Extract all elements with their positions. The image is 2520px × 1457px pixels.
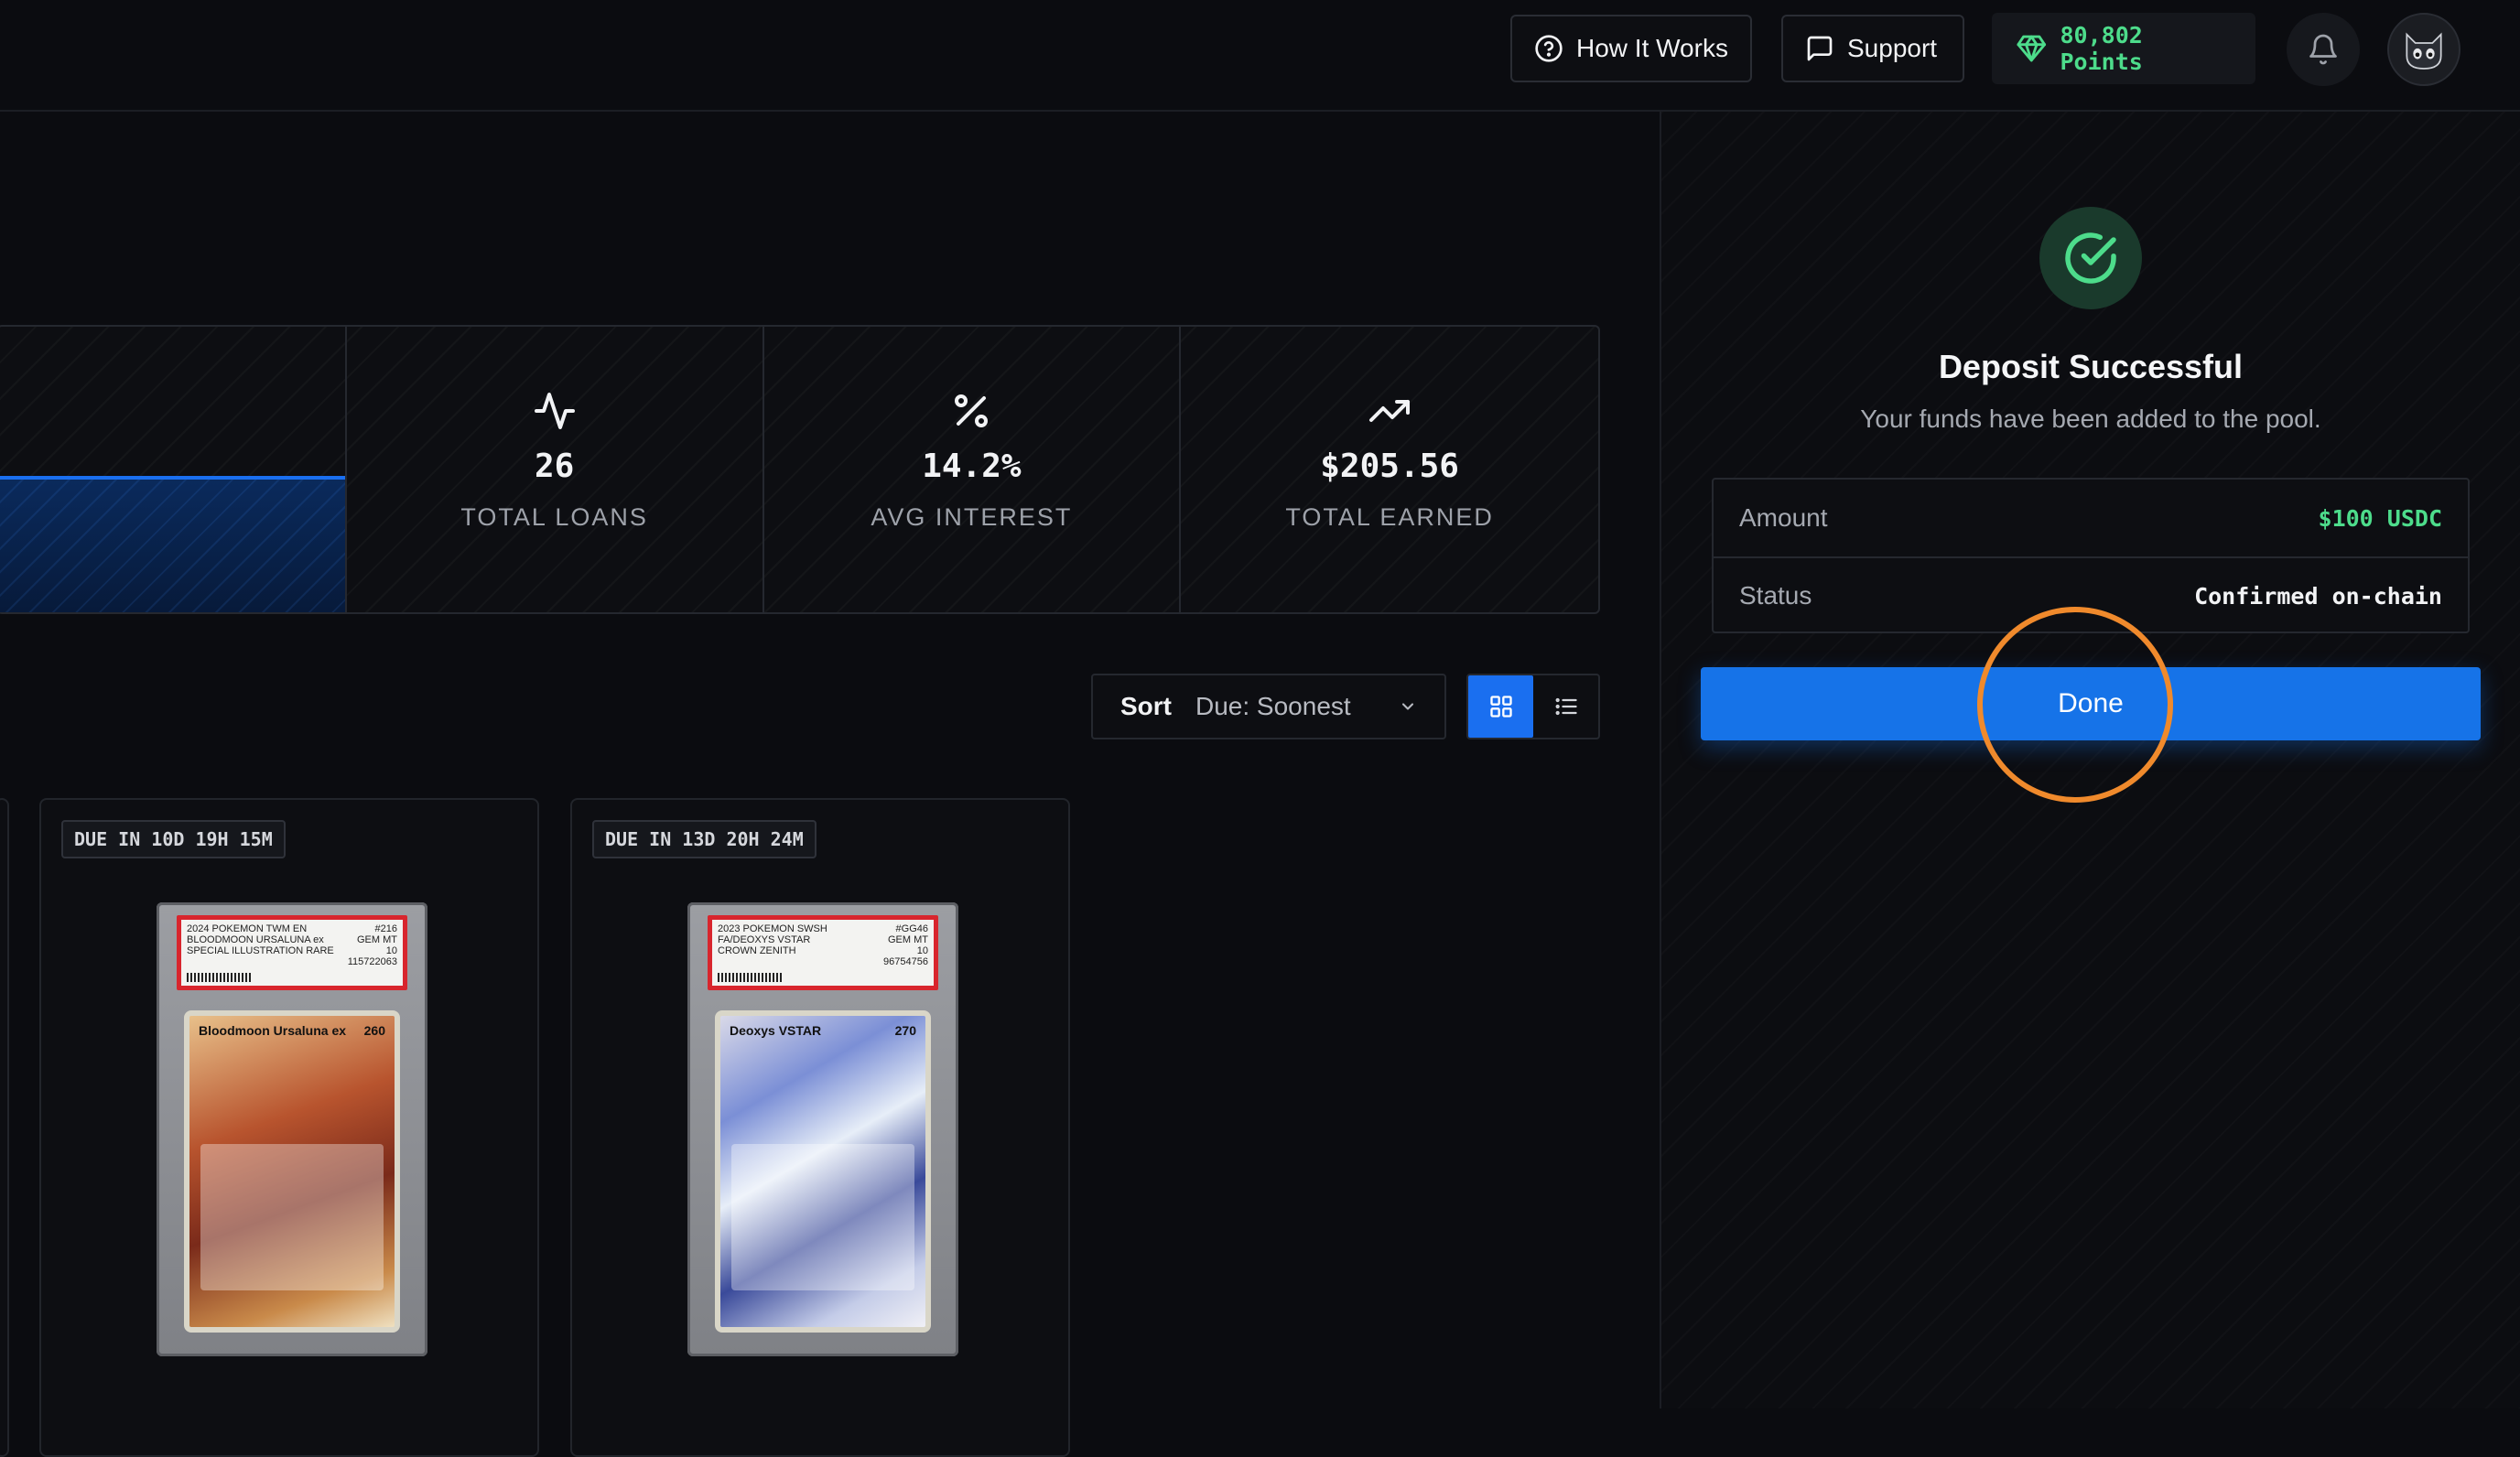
top-bar: How It Works Support 80,802 Points (0, 0, 2520, 112)
stat-label: AVG INTEREST (871, 503, 1073, 531)
slab-grade-text: #216 GEM MT 10 115722063 (347, 923, 397, 967)
loan-card[interactable]: DUE IN 13D 20H 24M 2023 POKEMON SWSH FA/… (570, 798, 1070, 1457)
deposit-subtitle: Your funds have been added to the pool. (1860, 405, 2321, 433)
card-name: Bloodmoon Ursaluna ex (199, 1023, 347, 1038)
sort-dropdown[interactable]: Sort Due: Soonest (1091, 674, 1446, 739)
pool-fill-area (0, 476, 345, 612)
graded-card-image: 2023 POKEMON SWSH FA/DEOXYS VSTAR CROWN … (687, 902, 958, 1356)
support-button[interactable]: Support (1781, 15, 1964, 82)
sort-label: Sort (1120, 692, 1172, 720)
stat-total-earned: $205.56 TOTAL EARNED (1181, 327, 1598, 612)
points-value: 80,802 Points (2060, 22, 2143, 75)
chevron-down-icon (1401, 703, 1414, 710)
stat-total-loans: 26 TOTAL LOANS (347, 327, 764, 612)
barcode (718, 973, 782, 982)
deposit-title: Deposit Successful (1938, 348, 2244, 385)
card-hp: 260 (363, 1023, 385, 1038)
cat-avatar-icon (2406, 32, 2442, 70)
due-badge: DUE IN 13D 20H 24M (592, 820, 817, 858)
user-avatar[interactable] (2387, 13, 2461, 86)
status-value: Confirmed on-chain (2194, 582, 2442, 610)
loan-card[interactable]: DUE IN 10D 19H 15M 2024 POKEMON TWM EN B… (39, 798, 539, 1457)
card-name: Deoxys VSTAR (730, 1023, 822, 1038)
activity-icon (534, 393, 575, 429)
amount-value: $100 USDC (2318, 504, 2442, 532)
percent-icon (955, 394, 989, 427)
bell-icon (2309, 34, 2337, 65)
card-text-box (200, 1144, 384, 1290)
card-text-box (731, 1144, 914, 1290)
check-circle-icon (2065, 232, 2116, 284)
done-button[interactable]: Done (1701, 667, 2481, 740)
stat-label: TOTAL EARNED (1285, 503, 1494, 531)
view-toggle (1466, 674, 1600, 739)
message-square-icon (1807, 36, 1833, 61)
stat-value: $205.56 (1320, 448, 1459, 485)
success-badge (2039, 207, 2142, 309)
due-badge: DUE IN 10D 19H 15M (61, 820, 286, 858)
support-label: Support (1847, 34, 1938, 62)
sort-value: Due: Soonest (1195, 692, 1351, 720)
help-circle-icon (1535, 35, 1563, 62)
stat-avg-interest: 14.2% AVG INTEREST (764, 327, 1182, 612)
card-artwork: Bloodmoon Ursaluna ex 260 (184, 1010, 400, 1333)
pool-utilization-chart (0, 327, 347, 612)
points-badge[interactable]: 80,802 Points (1992, 13, 2255, 84)
how-it-works-label: How It Works (1576, 34, 1728, 62)
status-row: Status Confirmed on-chain (1714, 556, 2468, 633)
grid-icon (1489, 696, 1512, 718)
card-hp: 270 (894, 1023, 916, 1038)
trending-up-icon (1369, 400, 1411, 422)
card-artwork: Deoxys VSTAR 270 (715, 1010, 931, 1333)
grid-view-button[interactable] (1468, 675, 1533, 738)
stats-panel: 26 TOTAL LOANS 14.2% AVG INTEREST $205.5… (0, 325, 1600, 614)
amount-row: Amount $100 USDC (1714, 480, 2468, 556)
barcode (187, 973, 251, 982)
notifications-button[interactable] (2287, 13, 2360, 86)
how-it-works-button[interactable]: How It Works (1510, 15, 1752, 82)
list-icon (1555, 697, 1577, 716)
stat-label: TOTAL LOANS (460, 503, 648, 531)
stat-value: 14.2% (922, 448, 1022, 485)
gem-icon (2017, 35, 2047, 62)
slab-label: 2023 POKEMON SWSH FA/DEOXYS VSTAR CROWN … (708, 915, 938, 990)
loan-card-partial[interactable] (0, 798, 9, 1457)
deposit-details: Amount $100 USDC Status Confirmed on-cha… (1712, 478, 2470, 633)
status-label: Status (1739, 581, 1812, 610)
list-view-button[interactable] (1533, 675, 1598, 738)
graded-card-image: 2024 POKEMON TWM EN BLOODMOON URSALUNA e… (157, 902, 427, 1356)
amount-label: Amount (1739, 503, 1828, 532)
stat-value: 26 (534, 448, 575, 485)
slab-grade-text: #GG46 GEM MT 10 96754756 (883, 923, 928, 967)
slab-label: 2024 POKEMON TWM EN BLOODMOON URSALUNA e… (177, 915, 407, 990)
